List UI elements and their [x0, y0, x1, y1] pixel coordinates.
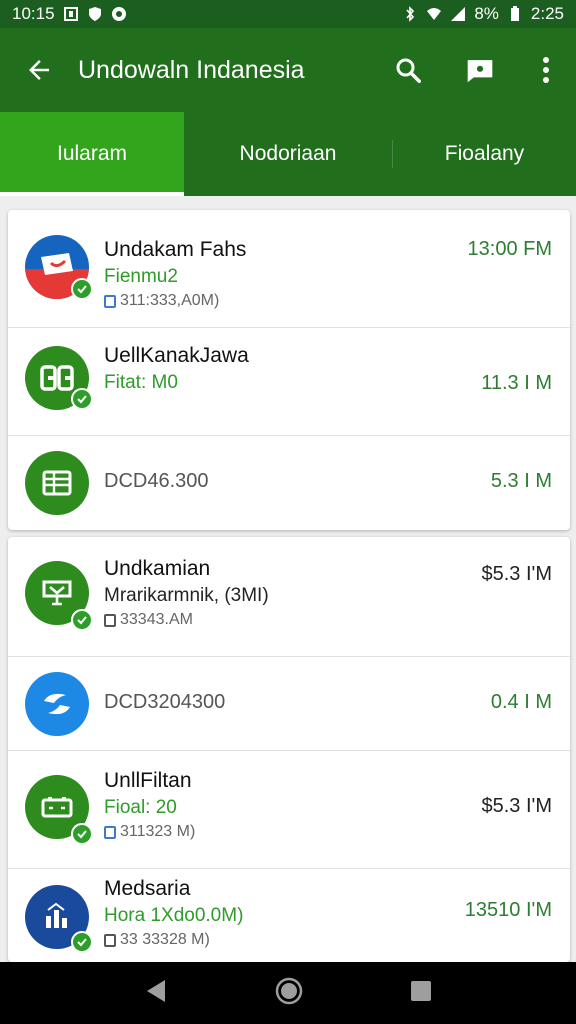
item-value: $5.3 I'M [481, 795, 552, 817]
notification-icon [63, 7, 78, 21]
list-item[interactable]: Medsaria Hora 1Xdo0.0M) 33 33328 M) 1351… [8, 869, 570, 962]
file-icon [104, 294, 116, 308]
whatsapp-icon [111, 7, 126, 21]
check-icon [71, 278, 93, 300]
item-name: Medsaria [104, 877, 191, 900]
list-item[interactable]: Undakam Fahs Fienmu2 311:333,A0M) 13:00 … [8, 210, 570, 328]
status-time: 10:15 [12, 4, 55, 23]
battery-percent: 8% [474, 4, 499, 23]
list-card-2: Undkamian Mrarikarmnik, (3MI) 33343.AM $… [8, 537, 570, 962]
nav-home-button[interactable] [275, 977, 303, 1010]
item-code: DCD3204300 [104, 691, 226, 713]
item-meta: 33 33328 M) [104, 931, 243, 949]
file-icon [104, 825, 116, 839]
more-options-button[interactable] [516, 28, 576, 112]
item-value: 11.3 I M [481, 372, 552, 394]
status-bar: 10:15 8% 2:25 [0, 0, 576, 28]
app-title: Undowaln Indanesia [78, 55, 305, 84]
swirl-icon [25, 672, 89, 736]
app-bar: Undowaln Indanesia [0, 28, 576, 112]
battery-icon [510, 6, 519, 21]
file-icon [104, 613, 116, 627]
signal-icon [451, 7, 466, 21]
list-item[interactable]: DCD3204300 0.4 I M [8, 657, 570, 751]
list-card-1: Undakam Fahs Fienmu2 311:333,A0M) 13:00 … [8, 210, 570, 530]
item-value: 13:00 FM [467, 238, 552, 260]
file-icon [104, 933, 116, 947]
item-name: Undakam Fahs [104, 238, 247, 261]
item-name: UnllFiltan [104, 769, 192, 792]
list-item[interactable]: UnllFiltan Fioal: 20 311323 M) $5.3 I'M [8, 751, 570, 869]
status-clock: 2:25 [530, 4, 564, 23]
tab-bar: Iularam Nodoriaan Fioalany [0, 112, 576, 196]
back-arrow-icon [29, 60, 49, 80]
system-nav-bar [0, 962, 576, 1024]
circle-home-icon [275, 977, 303, 1004]
list-item[interactable]: Undkamian Mrarikarmnik, (3MI) 33343.AM $… [8, 537, 570, 657]
chat-icon [467, 60, 493, 83]
square-recents-icon [411, 980, 431, 1001]
item-value: $5.3 I'M [481, 563, 552, 585]
nav-recents-button[interactable] [409, 979, 433, 1008]
item-name: UellKanakJawa [104, 344, 249, 367]
shield-icon [88, 7, 101, 21]
list-item[interactable]: UellKanakJawa Fitat: M0 11.3 I M [8, 328, 570, 436]
item-code: DCD46.300 [104, 470, 209, 492]
tab-iularam[interactable]: Iularam [0, 112, 184, 196]
bluetooth-icon [406, 6, 415, 22]
search-button[interactable] [372, 28, 444, 112]
chat-button[interactable] [444, 28, 516, 112]
search-icon [396, 58, 421, 83]
check-icon [71, 609, 93, 631]
item-subtitle: Fienmu2 [104, 266, 178, 287]
more-vert-icon [543, 57, 549, 83]
check-icon [71, 931, 93, 953]
back-button[interactable] [0, 28, 78, 112]
item-subtitle: Fitat: M0 [104, 372, 178, 393]
tab-fioalany[interactable]: Fioalany [393, 112, 576, 196]
check-icon [71, 388, 93, 410]
item-subtitle: Hora 1Xdo0.0M) [104, 905, 244, 926]
item-value: 5.3 I M [490, 470, 552, 492]
item-subtitle: Mrarikarmnik, (3MI) [104, 585, 269, 606]
item-meta: 33343.AM [104, 611, 269, 629]
spreadsheet-icon [25, 451, 89, 515]
list-item[interactable]: DCD46.300 5.3 I M [8, 436, 570, 530]
item-value: 0.4 I M [490, 691, 552, 713]
nav-back-button[interactable] [143, 978, 169, 1009]
item-meta: 311323 M) [104, 823, 195, 841]
wifi-icon [427, 8, 442, 20]
check-icon [71, 823, 93, 845]
item-value: 13510 I'M [464, 899, 552, 921]
item-meta: 311:333,A0M) [104, 292, 246, 310]
item-subtitle: Fioal: 20 [104, 797, 177, 818]
tab-nodoriaan[interactable]: Nodoriaan [184, 112, 392, 196]
triangle-back-icon [147, 979, 165, 1002]
item-name: Undkamian [104, 557, 211, 580]
